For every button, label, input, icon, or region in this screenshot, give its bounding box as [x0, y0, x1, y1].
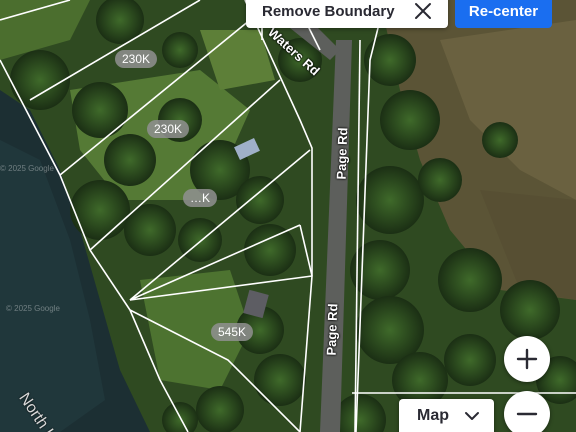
plus-icon	[516, 348, 538, 370]
chevron-down-icon	[465, 412, 479, 420]
price-label[interactable]: 230K	[146, 120, 190, 138]
close-icon	[415, 3, 431, 19]
recenter-button[interactable]: Re-center	[455, 0, 552, 28]
map-type-label: Map	[417, 407, 449, 424]
road-label-page-upper: Page Rd	[333, 127, 351, 180]
price-label[interactable]: …K	[182, 189, 218, 207]
map-watermark: © 2025 Google	[6, 304, 60, 313]
map-watermark: © 2025 Google	[0, 164, 54, 173]
minus-icon	[516, 412, 538, 416]
satellite-imagery	[0, 0, 576, 432]
price-label[interactable]: 230K	[114, 50, 158, 68]
road-label-page-lower: Page Rd	[323, 303, 341, 356]
satellite-map[interactable]: 230K 230K …K 545K Waters Rd Page Rd Page…	[0, 0, 576, 432]
price-label[interactable]: 545K	[210, 323, 254, 341]
map-type-dropdown[interactable]: Map	[399, 399, 494, 432]
remove-boundary-button[interactable]: Remove Boundary	[246, 0, 448, 28]
zoom-in-button[interactable]	[504, 336, 550, 382]
remove-boundary-label: Remove Boundary	[262, 2, 395, 20]
zoom-out-button[interactable]	[504, 391, 550, 432]
